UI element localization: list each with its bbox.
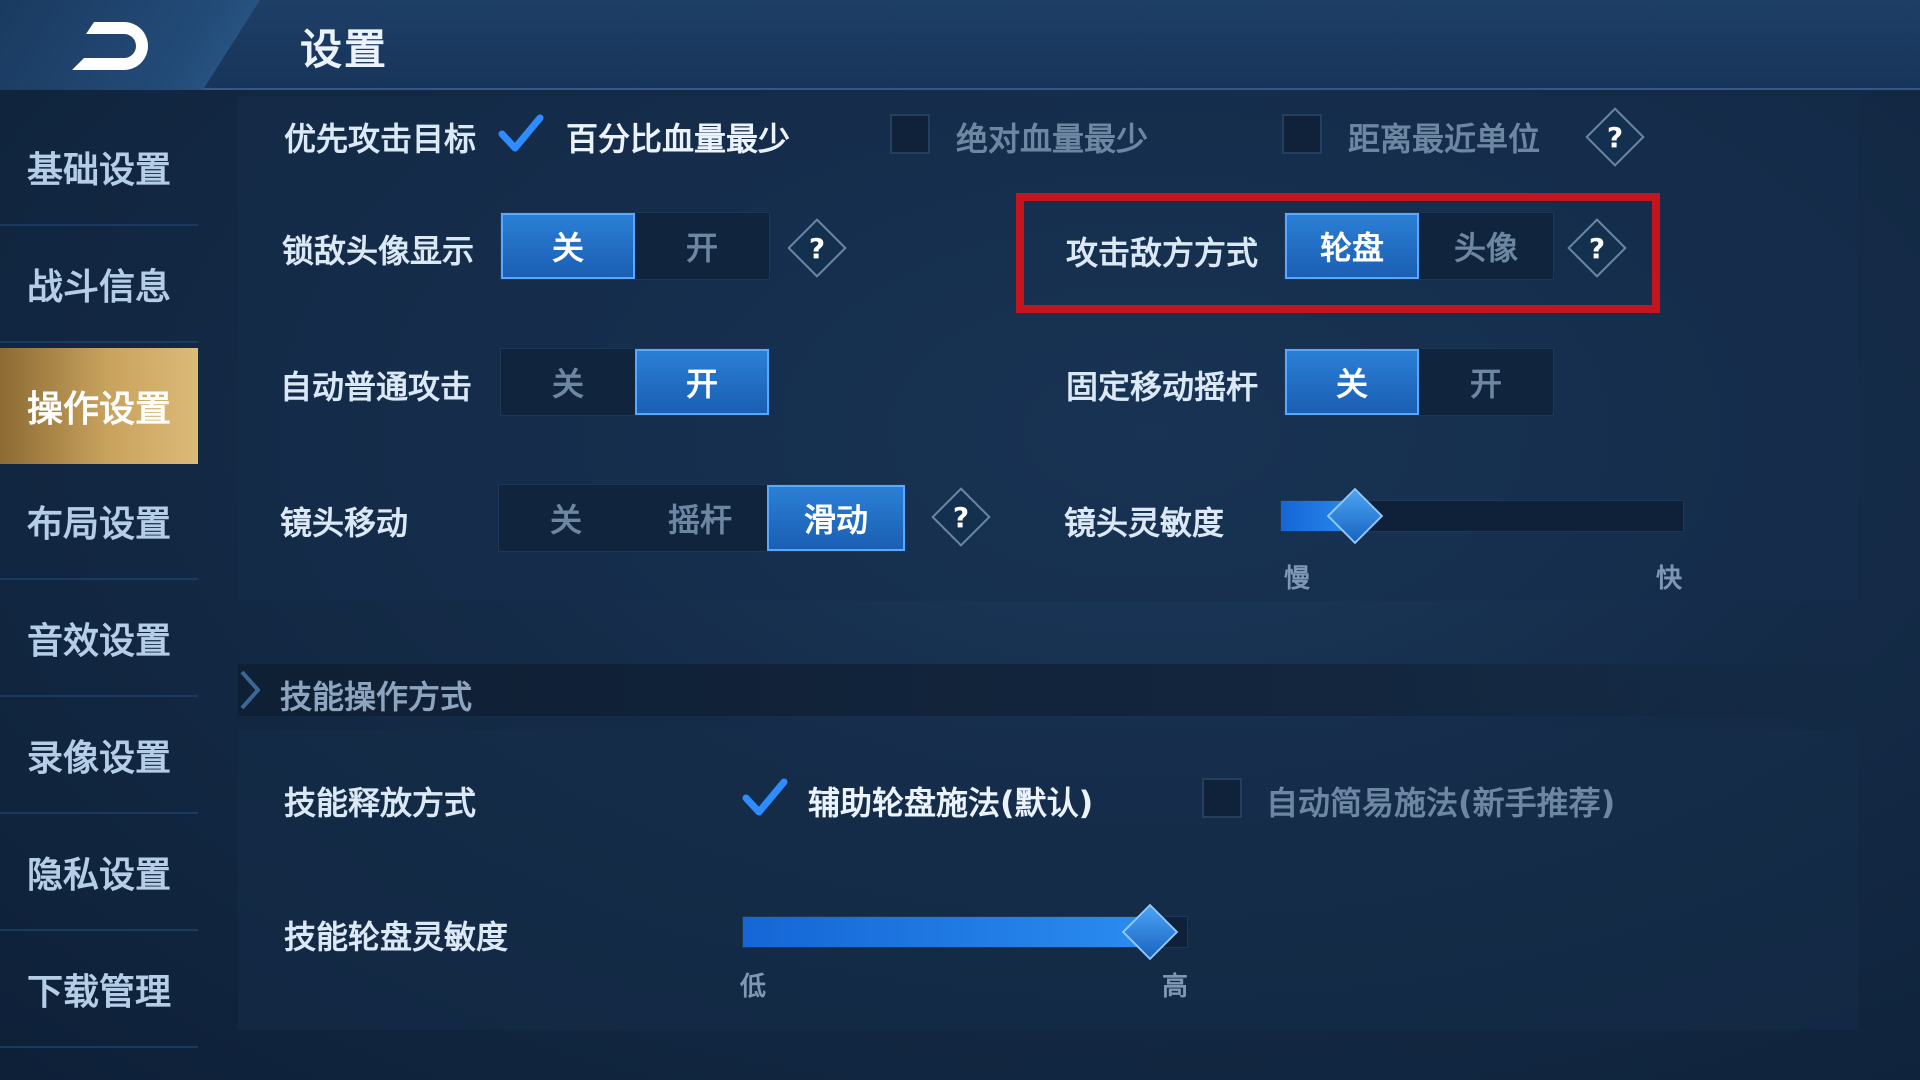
- camera-sensitivity-min-label: 慢: [1284, 564, 1311, 594]
- sidebar-item-layout[interactable]: 布局设置: [0, 464, 198, 580]
- skill-release-label: 技能释放方式: [284, 784, 477, 822]
- lock-avatar-off-button[interactable]: 关: [501, 213, 635, 279]
- sidebar-item-privacy[interactable]: 隐私设置: [0, 815, 198, 931]
- auto-attack-label: 自动普通攻击: [280, 368, 473, 406]
- skill-settings-panel: [238, 730, 1858, 1030]
- page-title: 设置: [300, 25, 389, 74]
- priority-nearest-label: 距离最近单位: [1348, 120, 1541, 158]
- camera-move-toggle: 关 摇杆 滑动: [498, 484, 906, 552]
- skill-assisted-wheel-label: 辅助轮盘施法(默认): [808, 784, 1094, 822]
- checkmark-icon: [742, 778, 788, 816]
- fixed-joystick-toggle: 关 开: [1284, 348, 1554, 416]
- wheel-sensitivity-fill: [743, 917, 1154, 947]
- sidebar: 基础设置 战斗信息 操作设置 布局设置 音效设置 录像设置 隐私设置 下载管理: [0, 110, 198, 1070]
- wheel-sensitivity-label: 技能轮盘灵敏度: [284, 918, 509, 956]
- skill-auto-simple-label: 自动简易施法(新手推荐): [1266, 784, 1616, 822]
- back-arrow-icon: [72, 22, 148, 70]
- skill-section-title: 技能操作方式: [280, 678, 473, 716]
- sidebar-item-basic[interactable]: 基础设置: [0, 110, 198, 226]
- camera-move-label: 镜头移动: [280, 504, 409, 542]
- attack-mode-label: 攻击敌方方式: [1066, 234, 1259, 272]
- sidebar-item-sound[interactable]: 音效设置: [0, 581, 198, 697]
- camera-move-off-button[interactable]: 关: [499, 485, 633, 551]
- priority-nearest-checkbox[interactable]: [1282, 114, 1322, 154]
- camera-sensitivity-label: 镜头灵敏度: [1064, 504, 1225, 542]
- priority-percent-hp-label: 百分比血量最少: [566, 120, 791, 158]
- header-bar: 设置: [0, 0, 1920, 90]
- camera-move-joystick-button[interactable]: 摇杆: [633, 485, 767, 551]
- auto-attack-toggle: 关 开: [500, 348, 770, 416]
- checkmark-icon: [498, 114, 544, 152]
- lock-avatar-label: 锁敌头像显示: [282, 232, 475, 270]
- attack-mode-avatar-button[interactable]: 头像: [1419, 213, 1553, 279]
- priority-absolute-hp-checkbox[interactable]: [890, 114, 930, 154]
- attack-mode-wheel-button[interactable]: 轮盘: [1285, 213, 1419, 279]
- camera-sensitivity-max-label: 快: [1656, 564, 1683, 594]
- lock-avatar-toggle: 关 开: [500, 212, 770, 280]
- fixed-joystick-on-button[interactable]: 开: [1419, 349, 1553, 415]
- priority-percent-hp-checkbox[interactable]: [498, 114, 544, 154]
- back-button[interactable]: [0, 0, 260, 90]
- wheel-sensitivity-max-label: 高: [1162, 972, 1189, 1002]
- skill-section-header: [238, 664, 1858, 716]
- lock-avatar-on-button[interactable]: 开: [635, 213, 769, 279]
- auto-attack-off-button[interactable]: 关: [501, 349, 635, 415]
- sidebar-item-downloads[interactable]: 下载管理: [0, 932, 198, 1048]
- sidebar-item-replay[interactable]: 录像设置: [0, 698, 198, 814]
- skill-auto-simple-checkbox[interactable]: [1202, 778, 1242, 818]
- camera-move-swipe-button[interactable]: 滑动: [767, 485, 905, 551]
- sidebar-item-controls[interactable]: 操作设置: [0, 348, 198, 464]
- wheel-sensitivity-min-label: 低: [740, 972, 767, 1002]
- auto-attack-on-button[interactable]: 开: [635, 349, 769, 415]
- chevron-right-icon: [240, 670, 261, 710]
- priority-absolute-hp-label: 绝对血量最少: [956, 120, 1149, 158]
- sidebar-item-battle-info[interactable]: 战斗信息: [0, 227, 198, 343]
- attack-mode-toggle: 轮盘 头像: [1284, 212, 1554, 280]
- priority-target-label: 优先攻击目标: [284, 120, 477, 158]
- fixed-joystick-label: 固定移动摇杆: [1066, 368, 1259, 406]
- fixed-joystick-off-button[interactable]: 关: [1285, 349, 1419, 415]
- skill-assisted-wheel-checkbox[interactable]: [742, 778, 788, 818]
